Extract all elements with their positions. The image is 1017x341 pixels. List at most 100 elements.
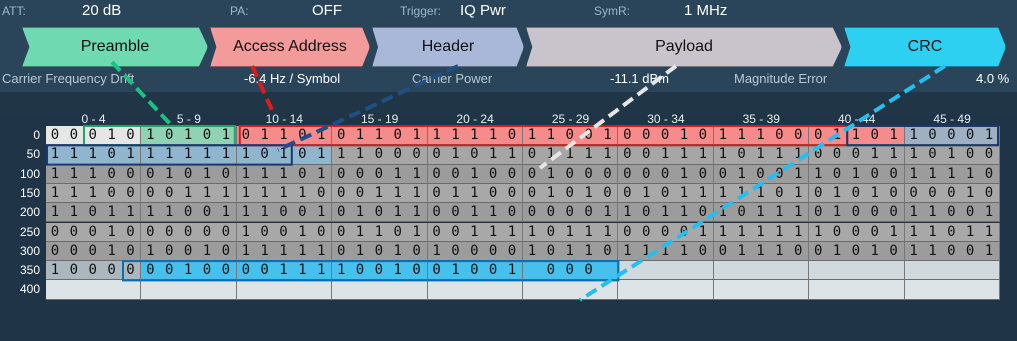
- bit-cell: 1 0 0 0 1: [904, 126, 1000, 146]
- bit-cell: 0 1 0 1 0: [809, 241, 905, 262]
- bit-cell: 1 0 0 1 0: [236, 222, 333, 242]
- bit-cell: 1 1 1 1 1: [236, 241, 333, 262]
- bit-cell: 0 1 1 0 1: [332, 222, 428, 242]
- preamble-button[interactable]: Preamble: [22, 27, 208, 67]
- column-header-area: [0, 92, 1017, 114]
- bit-cell: 0 0 0 1 1: [809, 145, 905, 165]
- row-label: 0: [33, 128, 40, 142]
- bit-cell: 1 0 1 1 0: [523, 241, 619, 262]
- column-header: 25 - 29: [551, 112, 590, 126]
- row-label: 200: [19, 205, 40, 220]
- column-header: 0 - 4: [81, 112, 106, 126]
- column-header: 30 - 34: [647, 112, 685, 126]
- carrier-power-value: -11.1 dBm: [610, 71, 670, 86]
- bit-cell: 0 0 1 1 1: [141, 183, 237, 204]
- bit-cell: 1 0 1 1 1: [523, 222, 619, 242]
- bit-cell: [427, 280, 523, 300]
- row-label: 350: [19, 263, 40, 278]
- bit-cell: 0 0 1 1 1: [332, 183, 428, 204]
- bit-cell: [618, 261, 714, 281]
- bit-cell: [713, 261, 810, 281]
- carrier-power-label: Carrier Power: [412, 71, 493, 86]
- bit-cell: 0 1 1 0 1: [236, 126, 333, 146]
- pa-value: OFF: [312, 2, 342, 19]
- bit-cell: 1 1 1 0 0: [46, 164, 142, 184]
- column-header: 15 - 19: [361, 112, 399, 126]
- bit-cell: 0 1 0 1 0: [523, 183, 619, 204]
- status-bar: ATT: 20 dB PA: OFF Trigger: IQ Pwr SymR:…: [0, 0, 1017, 26]
- bit-cell: 1 0 1 0 1: [141, 126, 237, 146]
- bit-cell: [46, 280, 142, 300]
- bit-cell: 1 0 0 0 0: [427, 241, 523, 262]
- column-header: 20 - 24: [456, 112, 494, 126]
- bit-cell: 0 0 0 0 0: [141, 222, 237, 242]
- bit-cell: 1 1 1 0 1: [46, 145, 142, 165]
- bit-cell: 0 0 1 1 1: [236, 261, 333, 281]
- bit-cell: 1 1 0 0 1: [141, 203, 237, 223]
- symr-label: SymR:: [594, 4, 630, 18]
- bit-cell: 0 1 0 1 1: [427, 145, 523, 165]
- bit-cell: 0 0 1 0 0: [427, 164, 523, 184]
- row-label: 400: [19, 282, 40, 297]
- row-label: 50: [26, 147, 40, 162]
- bit-cell: 0 0 1 1 0: [427, 203, 523, 223]
- bit-cell: 0 0 0 1 0: [618, 164, 714, 184]
- bit-cell: 1 0 0 0 1: [809, 222, 905, 242]
- bit-cell: 1 1 0 0 1: [236, 203, 333, 223]
- measurement-bar: Carrier Frequency Drift -6.4 Hz / Symbol…: [0, 68, 1017, 92]
- bit-cell: 1 1 1 1 0: [904, 164, 1000, 184]
- bit-cell: 0 0 0: [523, 261, 619, 281]
- bit-cell: 0 0 0 1 0: [46, 126, 142, 146]
- bit-cell: [523, 280, 619, 300]
- bit-cell: 0 0 0 1 1: [332, 164, 428, 184]
- bit-cell: 0 0 0 0 1: [618, 222, 714, 242]
- bit-cell: 1 1 1 1 1: [141, 145, 237, 165]
- bit-cell: 1 1 0 1 1: [904, 222, 1000, 242]
- bit-cell: 0 0 1 0 0: [141, 261, 237, 281]
- att-label: ATT:: [2, 4, 26, 18]
- bit-cell: 0 0 0 1 0: [904, 183, 1000, 204]
- bit-cell: 1 0 1 1 1: [713, 145, 810, 165]
- bit-cell: 1 1 0 0 1: [904, 241, 1000, 262]
- bit-cell: 0 1 0 1 0: [332, 241, 428, 262]
- trigger-value: IQ Pwr: [460, 2, 506, 19]
- bit-cell: 0 1 1 0 1: [809, 126, 905, 146]
- bit-cell: 0 1 1 1 1: [523, 145, 619, 165]
- column-header: 40 - 44: [838, 112, 876, 126]
- bit-cell: [141, 280, 237, 300]
- access-address-button[interactable]: Access Address: [210, 27, 370, 67]
- bit-cell: 1 1 0 1 1: [46, 203, 142, 223]
- magnitude-error-value: 4.0 %: [976, 71, 1010, 86]
- carrier-frequency-drift-label: Carrier Frequency Drift: [2, 71, 135, 86]
- bit-cell: 0 0 1 1 1: [427, 222, 523, 242]
- bit-cell: 0 1 0 0 1: [713, 164, 810, 184]
- bit-cell: 1 1 0 0 1: [904, 203, 1000, 223]
- magnitude-error-label: Magnitude Error: [734, 71, 828, 86]
- bit-cell: 1 1 0 0 1: [523, 126, 619, 146]
- bit-cell: 0 1 0 1 1: [618, 183, 714, 204]
- bit-cell: [236, 280, 333, 300]
- bit-cell: 0 0 0 0 1: [523, 203, 619, 223]
- payload-button[interactable]: Payload: [526, 27, 842, 67]
- bit-cell: 1 0 0 0 0: [46, 261, 142, 281]
- bit-cell: 1 1 1 1 0: [618, 241, 714, 262]
- crc-button[interactable]: CRC: [844, 27, 1006, 67]
- bit-cell: 1 0 1 0 1: [236, 145, 333, 165]
- att-value: 20 dB: [82, 2, 122, 19]
- bit-cell: 0 1 0 0 0: [523, 164, 619, 184]
- bit-cell: [809, 261, 905, 281]
- bit-cell: 1 0 0 1 0: [332, 261, 428, 281]
- bit-cell: [618, 280, 714, 300]
- bit-cell: [904, 261, 1000, 281]
- column-header: 35 - 39: [742, 112, 780, 126]
- bit-cell: 1 1 1 1 0: [236, 183, 333, 204]
- bit-cell: 0 1 0 1 1: [332, 203, 428, 223]
- header-button[interactable]: Header: [372, 27, 524, 67]
- bit-cell: 0 1 1 0 1: [332, 126, 428, 146]
- bit-cell: 0 1 0 0 0: [809, 203, 905, 223]
- bit-cell: [332, 280, 428, 300]
- bit-cell: 1 1 1 1 1: [713, 222, 810, 242]
- row-label: 300: [19, 243, 40, 258]
- bit-cell: 0 0 0 1 0: [46, 222, 142, 242]
- row-label: 100: [19, 166, 40, 181]
